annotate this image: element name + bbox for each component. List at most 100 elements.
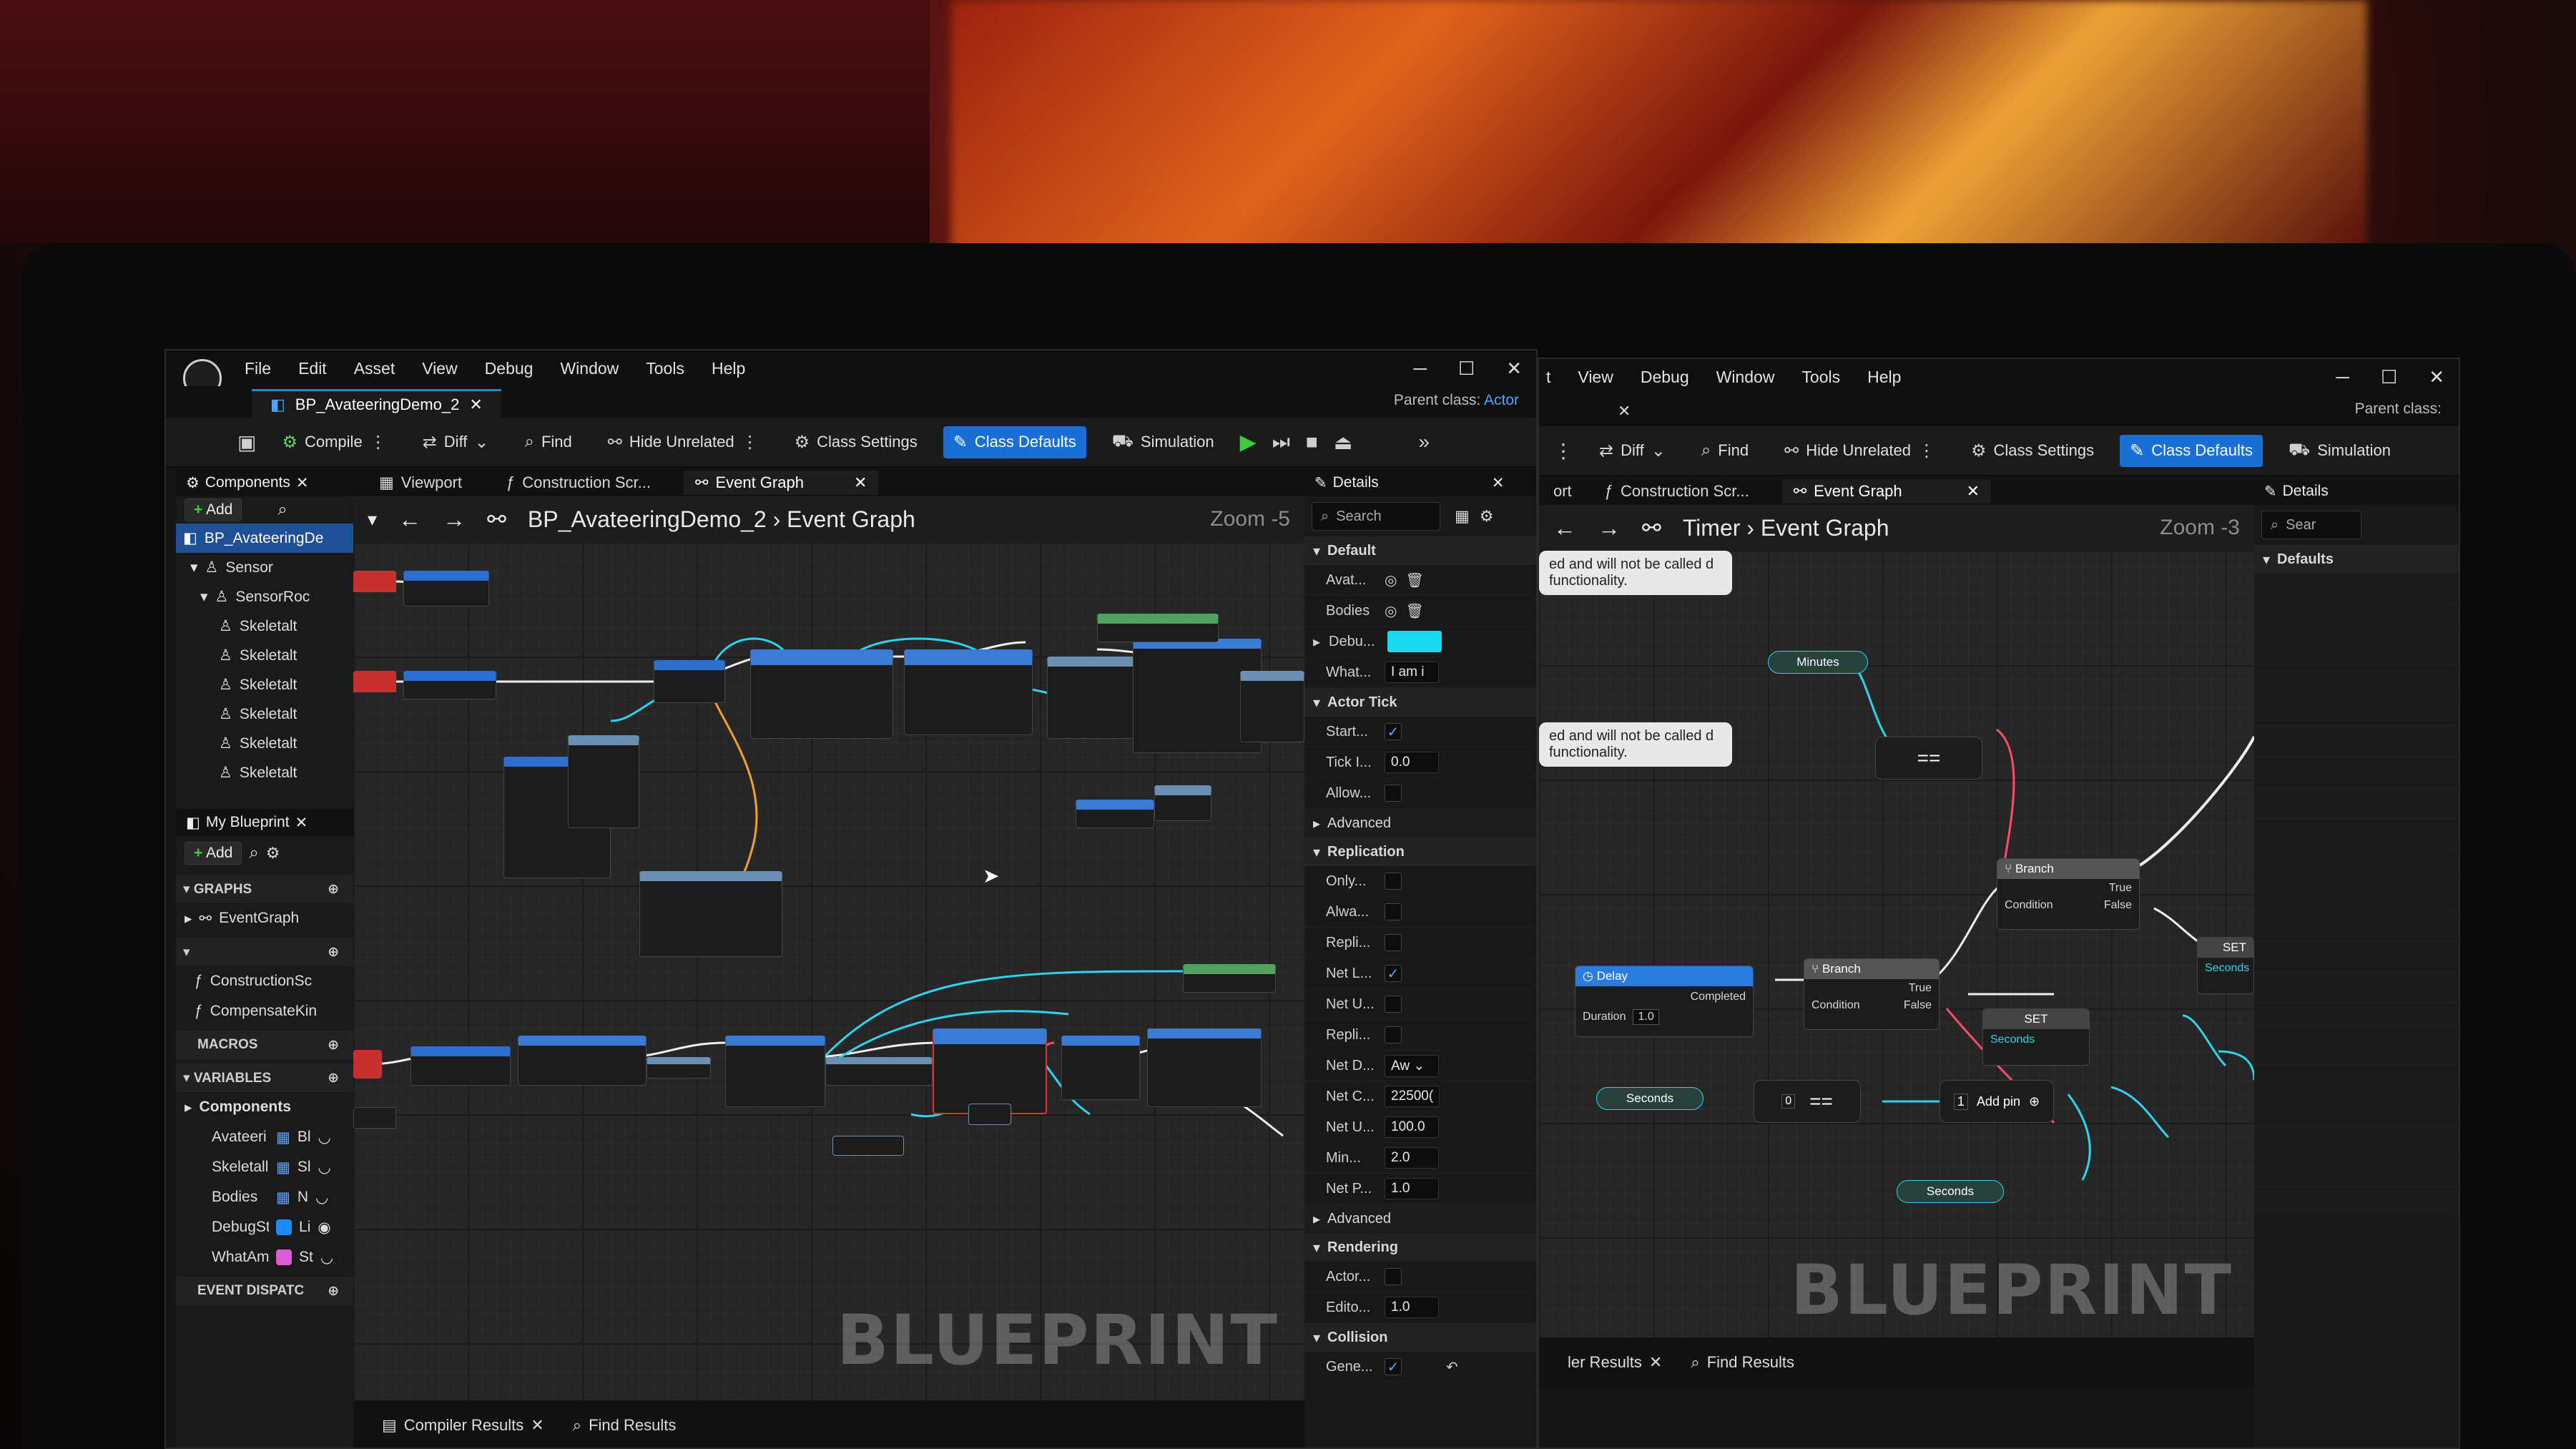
checkbox-checked[interactable]: ✓ <box>1385 965 1402 982</box>
maximize-icon[interactable]: ☐ <box>2381 366 2397 388</box>
diff-button[interactable]: ⇄ Diff ⌄ <box>1589 435 1676 467</box>
variable-row[interactable]: Avateeri ▦ Bl ◡ <box>176 1122 353 1152</box>
menu-window[interactable]: Window <box>1716 368 1775 387</box>
components-tab[interactable]: ⚙ Components ✕ <box>176 469 353 496</box>
menu-tools[interactable]: Tools <box>1801 368 1840 387</box>
menu-view[interactable]: View <box>422 359 457 378</box>
hide-unrelated-button[interactable]: ⚯ Hide Unrelated ⋮ <box>598 426 769 458</box>
asset-tab[interactable]: ◧ BP_AvateeringDemo_2 ✕ <box>252 389 501 418</box>
comment-node[interactable]: ed and will not be called d functionalit… <box>1539 551 1732 595</box>
more-options-icon[interactable]: ⋮ <box>742 432 759 453</box>
tab-event-graph[interactable]: ⚯ Event Graph ✕ <box>684 471 879 495</box>
number-field[interactable]: 2.0 <box>1385 1147 1439 1169</box>
graphs-section[interactable]: ▾ GRAPHS ⊕ <box>176 875 353 903</box>
graph-node[interactable] <box>1061 1036 1140 1100</box>
target-icon[interactable]: ◎ <box>1385 602 1397 620</box>
graph-node[interactable] <box>353 1107 396 1129</box>
step-icon[interactable]: ⏭ <box>1272 431 1290 454</box>
graph-node[interactable] <box>647 1057 711 1079</box>
tree-item[interactable]: ▾ ♙ SensorRoc <box>176 582 353 611</box>
forward-arrow-icon[interactable]: → <box>1598 515 1621 541</box>
variable-node-minutes[interactable]: Minutes <box>1768 651 1868 674</box>
checkbox[interactable] <box>1385 785 1402 802</box>
details-category-actor-tick[interactable]: ▾ Actor Tick <box>1304 688 1536 717</box>
menu-debug[interactable]: Debug <box>485 359 534 378</box>
details-tab[interactable]: ✎ Details <box>2254 478 2459 505</box>
graph-item-eventgraph[interactable]: ▸ ⚯ EventGraph <box>176 903 353 933</box>
checkbox-checked[interactable]: ✓ <box>1385 1358 1402 1375</box>
variable-node-seconds[interactable]: Seconds <box>1897 1180 2004 1203</box>
close-icon[interactable]: ✕ <box>1506 358 1522 380</box>
variable-row[interactable]: WhatAm St ◡ <box>176 1242 353 1272</box>
gear-icon[interactable]: ⚙ <box>1480 507 1494 526</box>
graph-node[interactable] <box>1183 964 1276 993</box>
graph-node[interactable] <box>968 1104 1011 1125</box>
minimize-icon[interactable]: ─ <box>1413 358 1426 380</box>
number-field[interactable]: 0.0 <box>1385 752 1439 773</box>
my-blueprint-tab[interactable]: ◧ My Blueprint ✕ <box>176 809 353 836</box>
tree-item[interactable]: ♙ Skeletalt <box>176 699 353 729</box>
close-icon[interactable]: ✕ <box>2429 366 2444 388</box>
close-tab-icon[interactable]: ✕ <box>469 396 482 414</box>
close-tab-icon[interactable]: ✕ <box>854 473 867 492</box>
tab-find-results[interactable]: ⌕ Find Results <box>573 1416 677 1435</box>
color-swatch[interactable] <box>1387 631 1442 652</box>
reset-icon[interactable]: ↶ <box>1446 1358 1458 1376</box>
table-view-icon[interactable]: ▦ <box>1455 507 1470 526</box>
menu-asset[interactable]: Asset <box>354 359 395 378</box>
graph-node[interactable] <box>353 671 396 692</box>
target-icon[interactable]: ◎ <box>1385 571 1397 589</box>
menu-view[interactable]: View <box>1578 368 1613 387</box>
text-field[interactable]: I am i <box>1385 662 1439 683</box>
graph-node[interactable] <box>1097 614 1219 642</box>
back-arrow-icon[interactable]: ← <box>398 506 421 533</box>
graph-node[interactable] <box>353 571 396 592</box>
graph-node[interactable] <box>568 735 639 828</box>
breadcrumb-graph[interactable]: Event Graph <box>787 506 915 532</box>
search-icon[interactable]: ⌕ <box>249 843 258 863</box>
details-search-input[interactable]: ⌕ Search <box>1312 502 1440 531</box>
details-category-default[interactable]: ▾ Default <box>1304 536 1536 565</box>
pin-value[interactable]: 1 <box>1953 1093 1968 1110</box>
tab-compiler-results[interactable]: ▤ Compiler Results ✕ <box>382 1416 544 1435</box>
variables-section[interactable]: ▾ VARIABLES ⊕ <box>176 1064 353 1092</box>
minimize-icon[interactable]: ─ <box>2336 366 2349 388</box>
add-circle-icon[interactable]: ⊕ <box>328 881 339 898</box>
equal-node[interactable]: 0 == <box>1754 1080 1861 1123</box>
set-node[interactable]: SET Seconds <box>2197 937 2254 994</box>
pin-value[interactable]: 0 <box>1781 1094 1796 1109</box>
add-circle-icon[interactable]: ⊕ <box>328 1037 339 1053</box>
details-category-advanced-2[interactable]: ▸ Advanced <box>1304 1204 1536 1233</box>
tab-construction-script[interactable]: ƒ Construction Scr... <box>1593 479 1761 504</box>
close-tab-icon[interactable]: ✕ <box>1649 1353 1662 1372</box>
graph-node[interactable] <box>933 1028 1047 1114</box>
tree-item[interactable]: ▾ ♙ Sensor <box>176 553 353 582</box>
eye-icon[interactable]: ◡ <box>318 1159 331 1177</box>
class-settings-button[interactable]: ⚙ Class Settings <box>785 426 928 458</box>
more-options-icon[interactable]: ⋮ <box>1553 439 1573 463</box>
tab-compiler-results[interactable]: ler Results ✕ <box>1568 1353 1662 1372</box>
variable-row[interactable]: Bodies ▦ N ◡ <box>176 1182 353 1212</box>
details-category-advanced[interactable]: ▸ Advanced <box>1304 809 1536 838</box>
dropdown[interactable]: Aw ⌄ <box>1385 1054 1439 1077</box>
equal-node[interactable]: == <box>1875 737 1982 780</box>
macros-section[interactable]: MACROS ⊕ <box>176 1031 353 1059</box>
variable-row[interactable]: Skeletall ▦ Sl ◡ <box>176 1152 353 1182</box>
more-options-icon[interactable]: ⋮ <box>1918 441 1935 461</box>
add-circle-icon[interactable]: ⊕ <box>328 1070 339 1086</box>
graph-node[interactable] <box>1154 785 1211 821</box>
simulation-button[interactable]: ⛟ Simulation <box>1102 426 1224 458</box>
checkbox[interactable] <box>1385 873 1402 890</box>
breadcrumb-graph[interactable]: Event Graph <box>1761 515 1889 541</box>
close-tab-icon[interactable]: ✕ <box>295 814 308 832</box>
tab-partial[interactable]: ort <box>1553 482 1572 501</box>
variable-group-components[interactable]: ▸ Components <box>176 1092 353 1122</box>
eye-icon[interactable]: ◉ <box>318 1219 330 1237</box>
details-tab[interactable]: ✎ Details ✕ <box>1304 469 1536 496</box>
number-field[interactable]: 22500( <box>1385 1086 1440 1107</box>
functions-section[interactable]: ▾ ⊕ <box>176 938 353 966</box>
hide-unrelated-button[interactable]: ⚯ Hide Unrelated ⋮ <box>1774 435 1945 467</box>
close-tab-icon[interactable]: ✕ <box>1618 402 1631 421</box>
graph-node[interactable] <box>725 1036 825 1107</box>
graph-node[interactable] <box>353 1050 382 1079</box>
